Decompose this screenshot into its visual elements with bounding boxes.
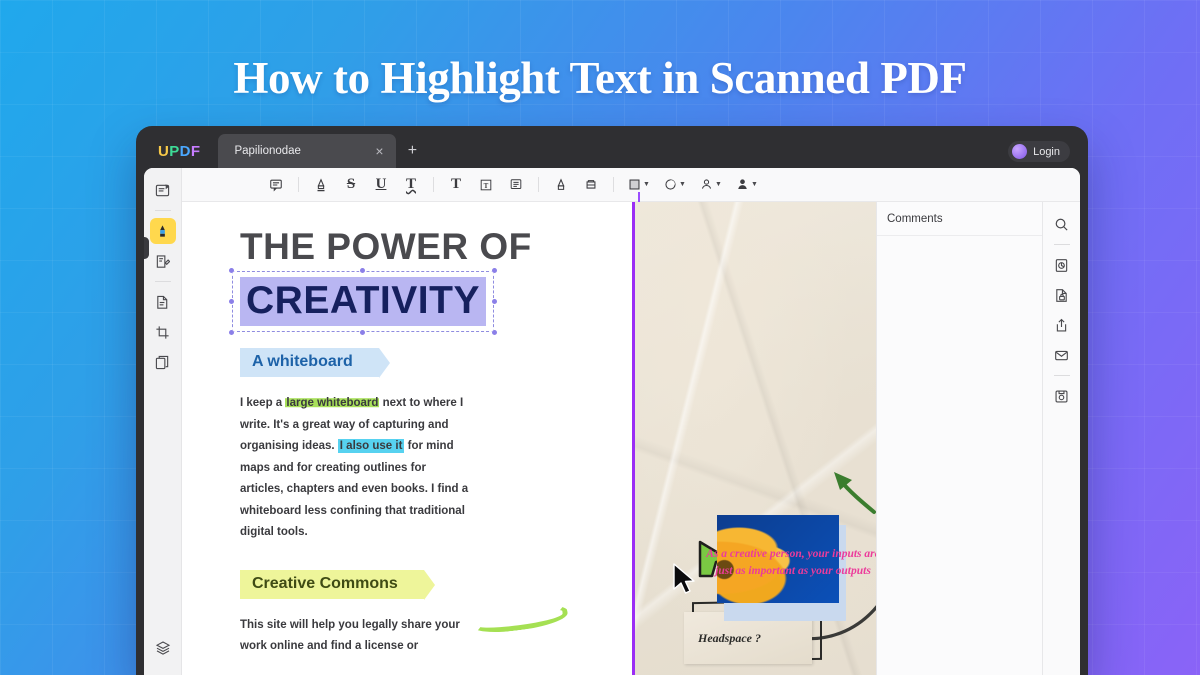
body-paragraph-creative-commons: This site will help you legally share yo… — [240, 618, 460, 653]
signature-tool[interactable]: ▼ — [694, 172, 728, 198]
ocr-convert-button[interactable] — [1049, 252, 1075, 278]
sidebar-item-page-edit[interactable] — [150, 289, 176, 315]
selection-handle-bc[interactable] — [358, 329, 366, 336]
toolbar-divider — [433, 177, 434, 192]
annotation-toolbar: S U T T T ▼ ▼ ▼ ▼ — [182, 168, 1080, 202]
stamp-tool[interactable]: ▼ — [658, 172, 692, 198]
sticky-note-tool[interactable] — [262, 172, 290, 198]
rail-divider — [154, 281, 171, 282]
comments-panel-header: Comments — [877, 202, 1042, 236]
chevron-down-icon[interactable]: ▼ — [643, 181, 650, 188]
comments-panel: Comments — [876, 202, 1042, 675]
rail-divider — [1053, 244, 1070, 245]
comments-title: Comments — [887, 212, 943, 225]
mouse-cursor — [673, 563, 695, 594]
squiggly-underline-tool[interactable]: T — [397, 172, 425, 198]
heading-line-2: CREATIVITY — [240, 277, 486, 326]
app-window: U P D F Papilionodae × + Login S U T T T… — [136, 126, 1088, 675]
selection-handle-mr[interactable] — [490, 297, 498, 305]
chevron-down-icon[interactable]: ▼ — [679, 181, 686, 188]
main-column: S U T T T ▼ ▼ ▼ ▼ Headspace ? THE POWER … — [182, 168, 1080, 675]
right-toolbar — [1042, 202, 1080, 675]
body-text-a: I keep a — [240, 397, 286, 409]
rail-divider — [1053, 375, 1070, 376]
search-document-button[interactable] — [1049, 211, 1075, 237]
page-title: How to Highlight Text in Scanned PDF — [233, 53, 967, 103]
email-document-button[interactable] — [1049, 342, 1075, 368]
share-document-button[interactable] — [1049, 312, 1075, 338]
rail-divider — [154, 210, 171, 211]
logo-letter-d: D — [179, 142, 191, 160]
stickers-tool[interactable]: ▼ — [730, 172, 764, 198]
panel-collapse-handle[interactable] — [144, 237, 149, 259]
logo-letter-u: U — [158, 142, 170, 160]
avatar — [1012, 144, 1028, 159]
text-box-tool[interactable]: T — [472, 172, 500, 198]
selection-handle-tc[interactable] — [358, 267, 366, 274]
login-button[interactable]: Login — [1008, 141, 1070, 162]
chevron-down-icon[interactable]: ▼ — [715, 181, 722, 188]
chevron-down-icon[interactable]: ▼ — [751, 181, 758, 188]
arrow-left-doodle-icon — [834, 472, 876, 514]
toolbar-divider — [298, 177, 299, 192]
text-tool[interactable]: T — [442, 172, 470, 198]
green-highlight-span: large whiteboard — [285, 397, 380, 409]
logo-letter-p: P — [169, 142, 180, 160]
protect-document-button[interactable] — [1049, 282, 1075, 308]
shapes-tool[interactable]: ▼ — [622, 172, 656, 198]
sidebar-item-reader-view[interactable] — [150, 177, 176, 203]
strikethrough-tool[interactable]: S — [337, 172, 365, 198]
pencil-tool[interactable] — [547, 172, 575, 198]
headspace-label: Headspace ? — [698, 631, 761, 645]
left-toolbar — [144, 168, 182, 675]
section-tag-creative-commons: Creative Commons — [240, 569, 435, 600]
content-area: ✌ A showcase site for design and other c… — [182, 202, 1080, 675]
sidebar-item-crop-page[interactable] — [150, 319, 176, 345]
document-page-left: THE POWER OF CREATIVITY A whiteboard I k… — [182, 202, 632, 675]
svg-text:T: T — [484, 181, 489, 189]
window-titlebar: U P D F Papilionodae × + Login — [144, 134, 1080, 168]
selection-handle-br[interactable] — [490, 329, 498, 336]
selection-handle-ml[interactable] — [228, 297, 235, 305]
body-text-c: for mind maps and for creating outlines … — [240, 440, 469, 538]
logo-letter-f: F — [190, 142, 201, 160]
new-tab-icon[interactable]: + — [404, 143, 420, 159]
pink-handwritten-note: As a creative person, your inputs are ju… — [706, 548, 876, 577]
save-document-button[interactable] — [1049, 383, 1075, 409]
eraser-tool[interactable] — [577, 172, 605, 198]
sidebar-item-layers[interactable] — [150, 635, 176, 661]
selection-handle-tl[interactable] — [228, 267, 235, 274]
highlight-tool[interactable] — [307, 172, 335, 198]
section-tag-whiteboard: A whiteboard — [240, 348, 390, 378]
app-body: S U T T T ▼ ▼ ▼ ▼ Headspace ? THE POWER … — [144, 168, 1080, 675]
selected-text-group[interactable]: CREATIVITY — [228, 267, 498, 336]
body-paragraph-whiteboard: I keep a large whiteboard next to where … — [240, 393, 472, 544]
sidebar-item-annotate-highlight[interactable] — [149, 218, 176, 244]
selection-handle-tr[interactable] — [490, 267, 498, 274]
underline-tool[interactable]: U — [367, 172, 395, 198]
sidebar-item-organize-pages[interactable] — [150, 349, 176, 375]
sidebar-item-comment-edit[interactable] — [150, 248, 176, 274]
tab-label: Papilionodae — [234, 145, 301, 157]
scanned-page-right: ✌ A showcase site for design and other c… — [632, 202, 876, 675]
selection-handle-bl[interactable] — [228, 329, 235, 336]
document-canvas[interactable]: ✌ A showcase site for design and other c… — [182, 202, 876, 675]
document-tab[interactable]: Papilionodae × — [218, 134, 397, 168]
login-label: Login — [1033, 145, 1060, 158]
toolbar-divider — [538, 177, 539, 192]
heading-line-1: THE POWER OF — [240, 226, 532, 267]
cyan-highlight-span: I also use it — [337, 439, 405, 453]
toolbar-divider — [613, 177, 614, 192]
close-icon[interactable]: × — [371, 144, 387, 158]
text-callout-tool[interactable] — [502, 172, 530, 198]
page-split-guide — [632, 202, 635, 675]
updf-logo: U P D F — [150, 143, 200, 160]
